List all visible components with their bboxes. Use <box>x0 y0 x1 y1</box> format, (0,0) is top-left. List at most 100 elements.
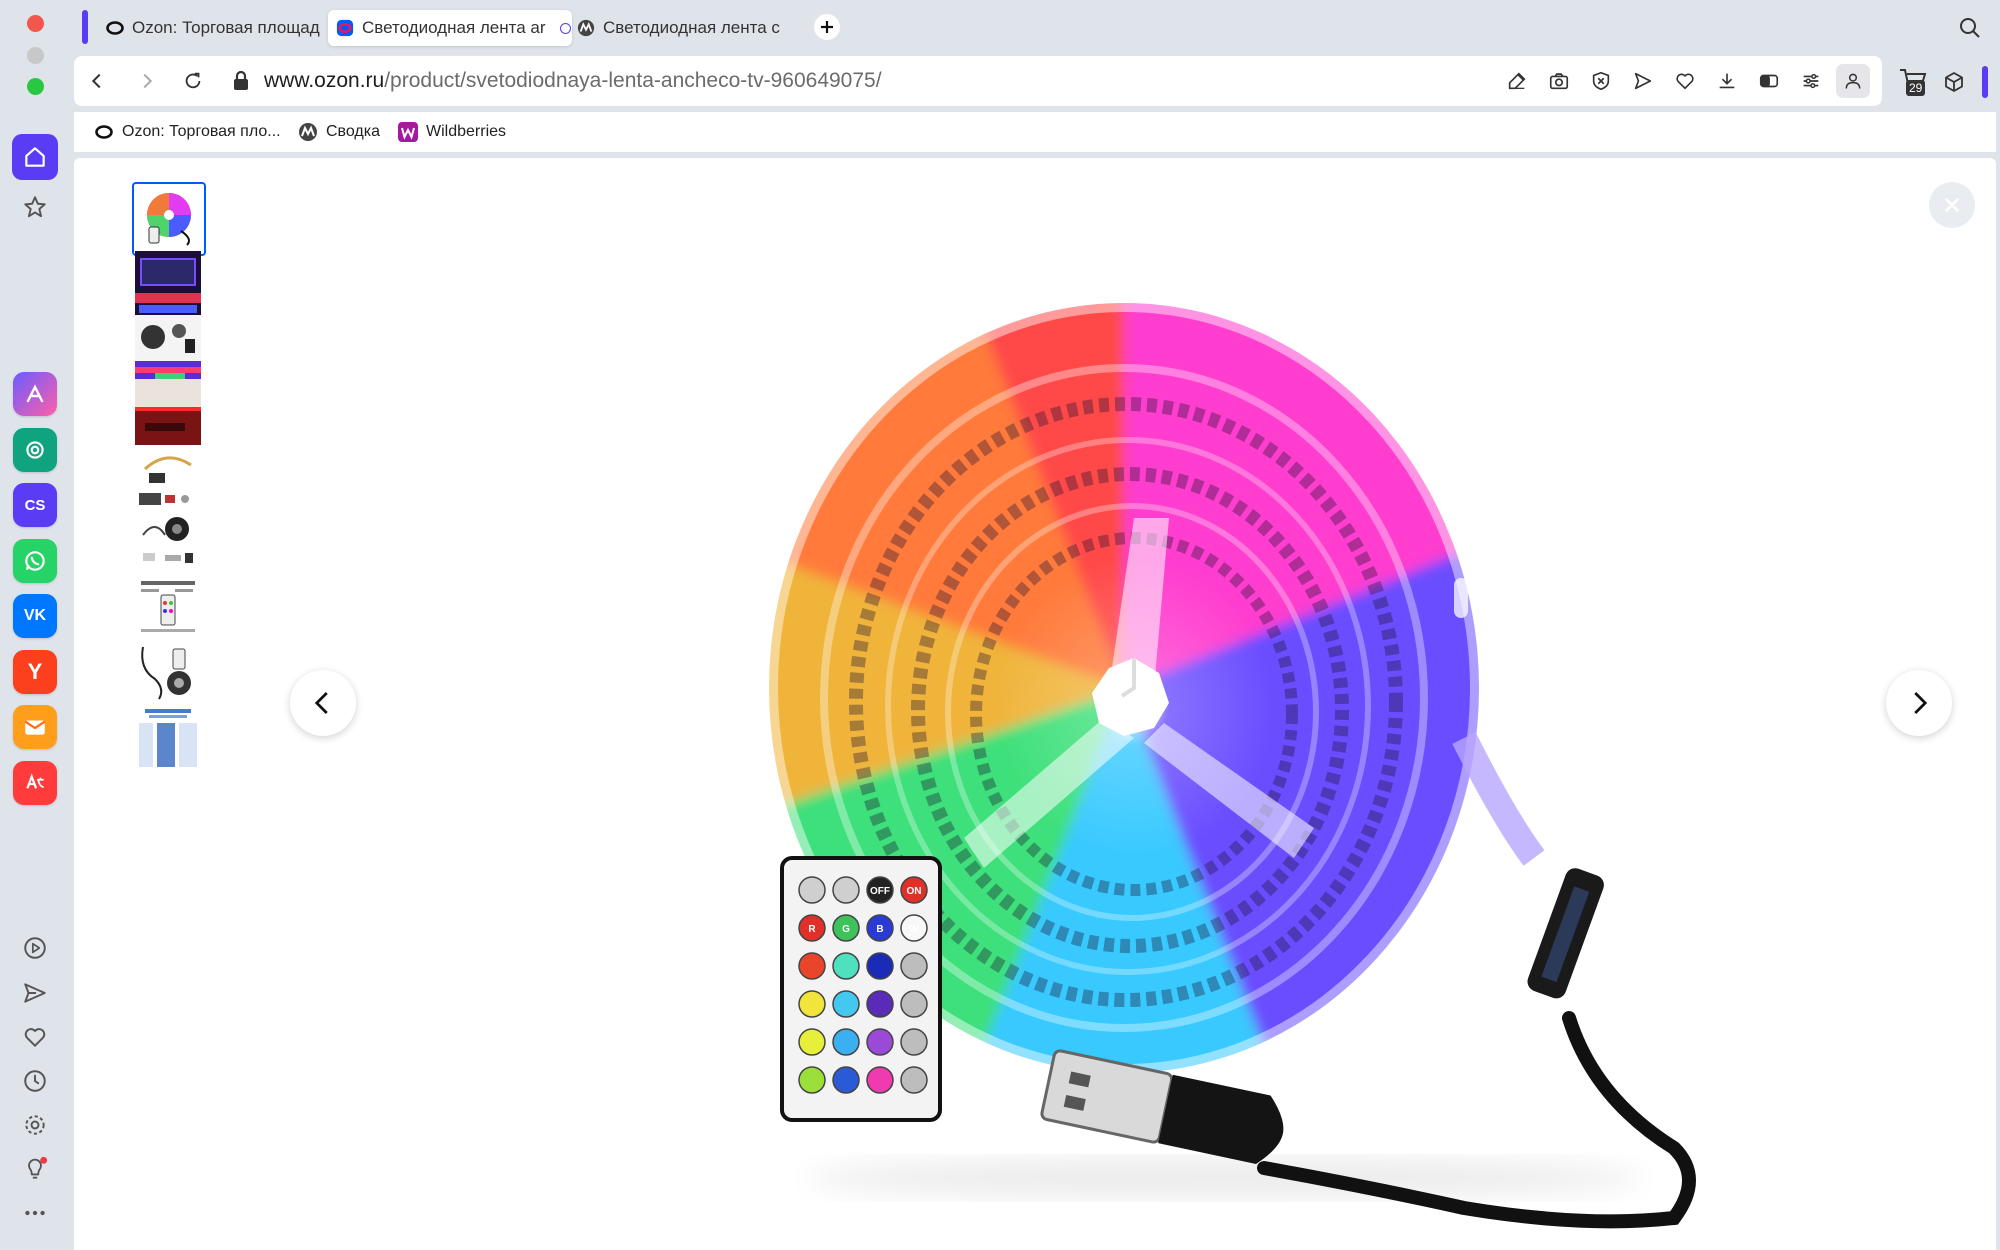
mail-icon <box>24 720 46 735</box>
thumbnail-3[interactable] <box>132 312 204 384</box>
whatsapp-icon <box>25 551 45 571</box>
sidebar-app-cs[interactable]: CS <box>13 483 57 527</box>
chevron-left-icon <box>314 692 328 714</box>
sidebar-app-chatgpt[interactable] <box>13 428 57 472</box>
tab-product-active[interactable]: Светодиодная лента ar <box>328 10 572 46</box>
bookmark-ozon[interactable]: Ozon: Торговая пло... <box>94 121 281 143</box>
remote-key <box>832 990 860 1018</box>
sidebar-tips-button[interactable] <box>20 1154 50 1184</box>
url-path: /product/svetodiodnaya-lenta-ancheco-tv-… <box>384 69 882 92</box>
remote-key <box>832 876 860 904</box>
downloads-button[interactable] <box>1714 68 1740 94</box>
url-input[interactable]: www.ozon.ru/product/svetodiodnaya-lenta-… <box>264 69 882 93</box>
cs-icon: CS <box>24 496 46 514</box>
thumbnail-4[interactable] <box>132 376 204 448</box>
home-icon <box>25 147 45 167</box>
window-close-button[interactable] <box>27 15 44 32</box>
bookmark-button[interactable] <box>1672 68 1698 94</box>
thumbnail-9[interactable] <box>132 702 204 774</box>
product-thumbnail-image <box>135 509 201 575</box>
theme-toggle-button[interactable] <box>1756 68 1782 94</box>
sidebar-app-mail[interactable] <box>13 705 57 749</box>
gallery-next-button[interactable] <box>1886 670 1952 736</box>
sidebar-favorites-heart-button[interactable] <box>20 1022 50 1052</box>
sidebar-app-whatsapp[interactable] <box>13 539 57 583</box>
reload-button[interactable] <box>180 68 206 94</box>
remote-key <box>900 990 928 1018</box>
sidebar-player-button[interactable] <box>20 933 50 963</box>
remote-key <box>832 1028 860 1056</box>
back-button[interactable] <box>84 68 110 94</box>
yandex-icon: Y <box>27 659 43 684</box>
sidebar-history-button[interactable] <box>20 1066 50 1096</box>
search-icon <box>1960 18 1980 38</box>
star-icon <box>24 196 46 218</box>
thumbnail-6[interactable] <box>132 506 204 578</box>
tab-mpstats[interactable]: Светодиодная лента с <box>560 10 850 46</box>
sidebar-app-yandex[interactable]: Y <box>13 650 57 694</box>
thumbnail-2[interactable] <box>132 248 204 320</box>
sidebar-app-aria[interactable] <box>13 372 57 416</box>
tab-group-indicator <box>82 10 88 44</box>
remote-key <box>832 952 860 980</box>
thumbnail-7[interactable] <box>132 572 204 644</box>
translate-icon <box>26 773 44 789</box>
window-maximize-button[interactable] <box>27 78 44 95</box>
send-icon <box>24 983 46 1003</box>
extension-box-button[interactable] <box>1942 70 1968 96</box>
tab-label: Ozon: Торговая площад <box>132 18 320 37</box>
tab-label: Светодиодная лента с <box>603 18 780 37</box>
window-minimize-button[interactable] <box>27 47 44 64</box>
forward-button[interactable] <box>134 68 160 94</box>
adblock-button[interactable] <box>1588 68 1614 94</box>
product-thumbnail-image <box>135 379 201 445</box>
bookmark-wildberries[interactable]: Wildberries <box>398 121 506 143</box>
close-icon <box>1944 197 1960 213</box>
sidebar-favorites-button[interactable] <box>20 192 50 222</box>
thumbnail-8[interactable] <box>132 636 204 708</box>
vk-icon: VK <box>23 607 47 624</box>
camera-icon <box>1549 73 1569 90</box>
extension-cart-button[interactable]: 29 <box>1898 66 1932 100</box>
thumbnail-5[interactable] <box>132 442 204 514</box>
sidebar-home-button[interactable] <box>12 134 58 180</box>
search-tabs-button[interactable] <box>1958 16 1984 42</box>
bookmark-label: Ozon: Торговая пло... <box>122 123 281 140</box>
ozon-logo <box>94 122 114 142</box>
chevron-right-icon <box>1914 692 1928 714</box>
bookmark-svodka[interactable]: Сводка <box>298 121 380 143</box>
remote-key-label: ON <box>907 886 922 897</box>
screenshot-button[interactable] <box>1546 68 1572 94</box>
remote-key <box>798 876 826 904</box>
site-security-button[interactable] <box>228 68 254 94</box>
remote-key <box>866 1066 894 1094</box>
sidebar-app-vk[interactable]: VK <box>13 594 57 638</box>
edit-page-button[interactable] <box>1504 68 1530 94</box>
remote-key <box>900 1066 928 1094</box>
product-thumbnail-image <box>135 445 201 511</box>
gallery-prev-button[interactable] <box>290 670 356 736</box>
product-thumbnail-image <box>135 705 201 771</box>
remote-key <box>866 990 894 1018</box>
ozon-cart-logo <box>336 19 354 37</box>
thumbnail-1[interactable] <box>132 182 206 256</box>
profile-button[interactable] <box>1836 64 1870 98</box>
profile-icon <box>1845 73 1861 89</box>
heart-icon <box>24 1028 46 1047</box>
easy-setup-button[interactable] <box>1798 68 1824 94</box>
remote-key-label: OFF <box>870 886 890 897</box>
send-icon <box>1634 72 1652 90</box>
share-button[interactable] <box>1630 68 1656 94</box>
sidebar-app-translate[interactable] <box>13 761 57 805</box>
remote-key <box>866 952 894 980</box>
mpstats-logo <box>577 19 595 37</box>
new-tab-button[interactable] <box>814 14 840 40</box>
history-icon <box>24 1070 46 1092</box>
gallery-close-button[interactable] <box>1929 182 1975 228</box>
heart-icon <box>1676 73 1694 90</box>
sidebar-more-button[interactable] <box>20 1198 50 1228</box>
sidebar-settings-button[interactable] <box>20 1110 50 1140</box>
sidebar-send-button[interactable] <box>20 978 50 1008</box>
tab-loading-indicator <box>560 22 571 34</box>
product-thumbnail-image <box>135 575 201 641</box>
